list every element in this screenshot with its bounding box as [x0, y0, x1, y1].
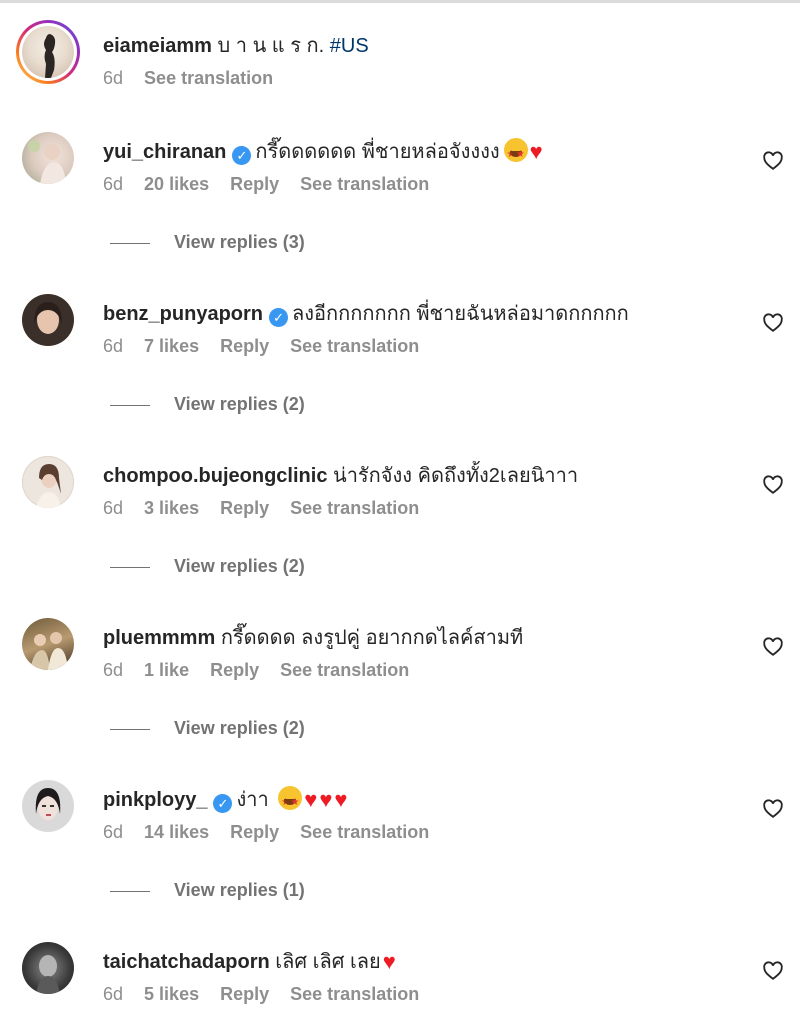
- verified-badge-icon: ✓: [232, 146, 252, 165]
- username[interactable]: eiameiamm: [103, 35, 212, 57]
- hashtag-link[interactable]: #US: [330, 35, 369, 57]
- caption-line: eiameiamm บ า น แ ร ก. #US: [103, 32, 369, 60]
- comment-line: yui_chiranan ✓ กรี๊ดดดดดด พี่ชายหล่อจังงงง…: [103, 138, 543, 169]
- reply-button[interactable]: Reply: [230, 822, 279, 842]
- comment-text: กรี๊ดดดดดด พี่ชายหล่อจังงงง: [255, 141, 500, 163]
- see-translation-button[interactable]: See translation: [144, 68, 273, 88]
- comment-line: pluemmmm กรี๊ดดดด ลงรูปคู่ อยากกดไลค์สาม…: [103, 624, 523, 652]
- heart-outline-icon[interactable]: [762, 960, 784, 982]
- likes-count[interactable]: 14 likes: [144, 822, 209, 842]
- star-struck-emoji: [503, 138, 528, 169]
- comment-text: ง่าา: [236, 789, 269, 811]
- comment-line: taichatchadaporn เลิศ เลิศ เลย♥: [103, 948, 396, 976]
- comment-meta: 6d See translation: [103, 68, 289, 89]
- username[interactable]: yui_chiranan: [103, 141, 226, 163]
- timestamp[interactable]: 6d: [103, 498, 123, 518]
- verified-badge-icon: ✓: [213, 794, 233, 813]
- view-replies-button[interactable]: View replies (1): [110, 880, 305, 901]
- comment-meta: 6d 1 like Reply See translation: [103, 660, 425, 681]
- view-replies-label: View replies (2): [174, 394, 305, 414]
- heart-outline-icon[interactable]: [762, 150, 784, 172]
- comment-line: chompoo.bujeongclinic น่ารักจังง คิดถึงท…: [103, 462, 578, 490]
- username[interactable]: taichatchadaporn: [103, 951, 270, 973]
- reply-button[interactable]: Reply: [210, 660, 259, 680]
- top-divider: [0, 0, 800, 3]
- avatar[interactable]: [22, 780, 74, 832]
- replies-divider: [110, 890, 150, 892]
- avatar[interactable]: [22, 618, 74, 670]
- replies-divider: [110, 566, 150, 568]
- likes-count[interactable]: 5 likes: [144, 984, 199, 1004]
- username[interactable]: pinkployy_: [103, 789, 207, 811]
- star-struck-emoji: [278, 786, 303, 817]
- likes-count[interactable]: 3 likes: [144, 498, 199, 518]
- avatar[interactable]: [22, 294, 74, 346]
- likes-count[interactable]: 1 like: [144, 660, 189, 680]
- view-replies-label: View replies (2): [174, 718, 305, 738]
- timestamp[interactable]: 6d: [103, 822, 123, 842]
- view-replies-label: View replies (2): [174, 556, 305, 576]
- red-heart-emoji: ♥: [304, 787, 318, 812]
- heart-outline-icon[interactable]: [762, 798, 784, 820]
- red-heart-emoji: ♥: [382, 949, 396, 974]
- see-translation-button[interactable]: See translation: [300, 822, 429, 842]
- timestamp[interactable]: 6d: [103, 68, 123, 88]
- view-replies-button[interactable]: View replies (2): [110, 718, 305, 739]
- likes-count[interactable]: 7 likes: [144, 336, 199, 356]
- red-heart-emoji: ♥: [319, 787, 333, 812]
- timestamp[interactable]: 6d: [103, 660, 123, 680]
- reply-button[interactable]: Reply: [220, 498, 269, 518]
- username[interactable]: chompoo.bujeongclinic: [103, 465, 327, 487]
- comment-meta: 6d 5 likes Reply See translation: [103, 984, 435, 1005]
- red-heart-emoji: ♥: [529, 139, 543, 164]
- comment-text: น่ารักจังง คิดถึงทั้ง2เลยนิาาา: [333, 465, 579, 487]
- comment-meta: 6d 20 likes Reply See translation: [103, 174, 445, 195]
- comment-meta: 6d 14 likes Reply See translation: [103, 822, 445, 843]
- comment-text: ลงอีกกกกกกก พี่ชายฉันหล่อมาดกกกกก: [292, 303, 629, 325]
- heart-outline-icon[interactable]: [762, 636, 784, 658]
- view-replies-label: View replies (1): [174, 880, 305, 900]
- likes-count[interactable]: 20 likes: [144, 174, 209, 194]
- heart-outline-icon[interactable]: [762, 474, 784, 496]
- comment-text: เลิศ เลิศ เลย: [275, 951, 381, 973]
- view-replies-button[interactable]: View replies (2): [110, 394, 305, 415]
- replies-divider: [110, 404, 150, 406]
- story-avatar[interactable]: [16, 20, 80, 84]
- timestamp[interactable]: 6d: [103, 984, 123, 1004]
- comment-meta: 6d 7 likes Reply See translation: [103, 336, 435, 357]
- comment-line: benz_punyaporn ✓ ลงอีกกกกกกก พี่ชายฉันหล่อ…: [103, 300, 629, 328]
- view-replies-button[interactable]: View replies (2): [110, 556, 305, 577]
- comment-text: กรี๊ดดดด ลงรูปคู่ อยากกดไลค์สามที: [220, 627, 524, 649]
- heart-outline-icon[interactable]: [762, 312, 784, 334]
- reply-button[interactable]: Reply: [220, 336, 269, 356]
- reply-button[interactable]: Reply: [220, 984, 269, 1004]
- see-translation-button[interactable]: See translation: [290, 498, 419, 518]
- see-translation-button[interactable]: See translation: [300, 174, 429, 194]
- timestamp[interactable]: 6d: [103, 336, 123, 356]
- see-translation-button[interactable]: See translation: [290, 984, 419, 1004]
- username[interactable]: benz_punyaporn: [103, 303, 263, 325]
- username[interactable]: pluemmmm: [103, 627, 215, 649]
- avatar[interactable]: [22, 942, 74, 994]
- comment-line: pinkployy_✓ง่าา ♥♥♥: [103, 786, 348, 817]
- replies-divider: [110, 242, 150, 244]
- timestamp[interactable]: 6d: [103, 174, 123, 194]
- avatar[interactable]: [22, 456, 74, 508]
- verified-badge-icon: ✓: [269, 308, 289, 327]
- see-translation-button[interactable]: See translation: [280, 660, 409, 680]
- red-heart-emoji: ♥: [334, 787, 348, 812]
- replies-divider: [110, 728, 150, 730]
- comment-meta: 6d 3 likes Reply See translation: [103, 498, 435, 519]
- view-replies-button[interactable]: View replies (3): [110, 232, 305, 253]
- reply-button[interactable]: Reply: [230, 174, 279, 194]
- comment-text: บ า น แ ร ก.: [217, 35, 325, 57]
- view-replies-label: View replies (3): [174, 232, 305, 252]
- avatar[interactable]: [22, 132, 74, 184]
- see-translation-button[interactable]: See translation: [290, 336, 419, 356]
